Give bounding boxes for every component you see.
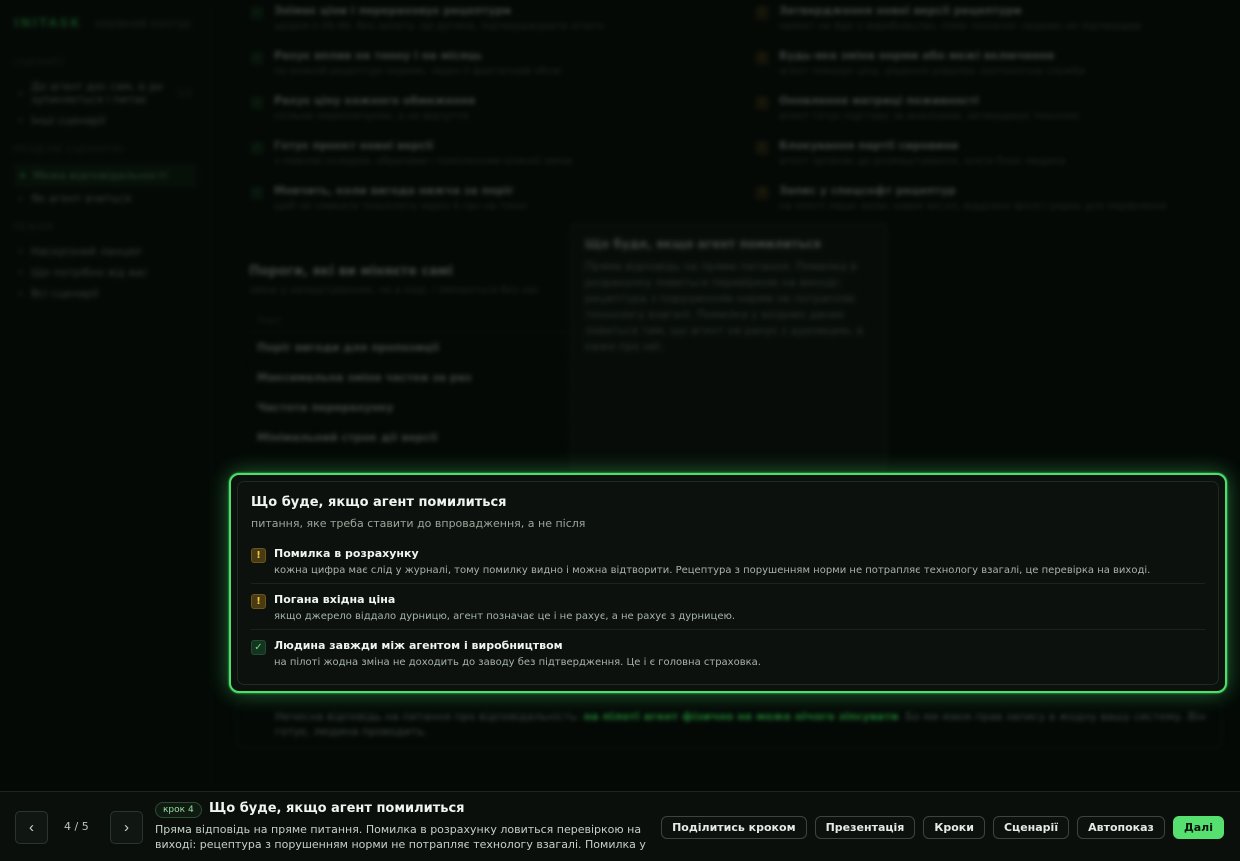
presentation-button[interactable]: Презентація [814, 816, 916, 839]
next-button[interactable]: Далі [1172, 816, 1224, 839]
panel-body: Що буде, якщо агент помилиться питання, … [237, 481, 1219, 685]
risk-item: ✓ Людина завжди між агентом і виробництв… [251, 636, 1205, 675]
share-step-button[interactable]: Поділитись кроком [661, 816, 807, 839]
risk-item-title: Людина завжди між агентом і виробництвом [274, 639, 563, 652]
risk-item: ! Погана вхідна ціна якщо джерело віддал… [251, 590, 1205, 630]
panel-title: Що буде, якщо агент помилиться [251, 495, 507, 510]
tour-bar: ‹ 4 / 5 › крок 4 Що буде, якщо агент пом… [0, 791, 1240, 861]
risk-item: ! Помилка в розрахунку кожна цифра має с… [251, 544, 1205, 584]
step-title: Що буде, якщо агент помилиться [209, 801, 465, 816]
panel-subtitle: питання, яке треба ставити до впроваджен… [251, 517, 586, 530]
risk-item-title: Помилка в розрахунку [274, 547, 419, 560]
steps-button[interactable]: Кроки [923, 816, 985, 839]
check-icon: ✓ [251, 640, 266, 655]
risk-item-desc: якщо джерело віддало дурницю, агент позн… [274, 611, 736, 622]
step-badge: крок 4 [155, 802, 202, 818]
note-text: Нечесна відповідь на питання про відпові… [275, 710, 584, 723]
risk-item-desc: кожна цифра має слід у журналі, тому пом… [274, 565, 1151, 576]
autoplay-button[interactable]: Автопоказ [1077, 816, 1165, 839]
tour-actions: Поділитись кроком Презентація Кроки Сцен… [661, 816, 1224, 839]
prev-step-button[interactable]: ‹ [15, 811, 48, 844]
warning-icon: ! [251, 594, 266, 609]
risk-item-title: Погана вхідна ціна [274, 593, 396, 606]
step-description: Пряма відповідь на пряме питання. Помилк… [155, 823, 646, 851]
highlighted-panel: Що буде, якщо агент помилиться питання, … [229, 473, 1227, 693]
scenarios-button[interactable]: Сценарії [992, 816, 1070, 839]
next-step-arrow-button[interactable]: › [110, 811, 143, 844]
risk-item-desc: на пілоті жодна зміна не доходить до зав… [274, 657, 761, 668]
step-counter: 4 / 5 [64, 820, 89, 833]
note-highlight: на пілоті агент фізично не може нічого з… [583, 710, 899, 723]
honesty-note: Нечесна відповідь на питання про відпові… [236, 700, 1222, 748]
warning-icon: ! [251, 548, 266, 563]
